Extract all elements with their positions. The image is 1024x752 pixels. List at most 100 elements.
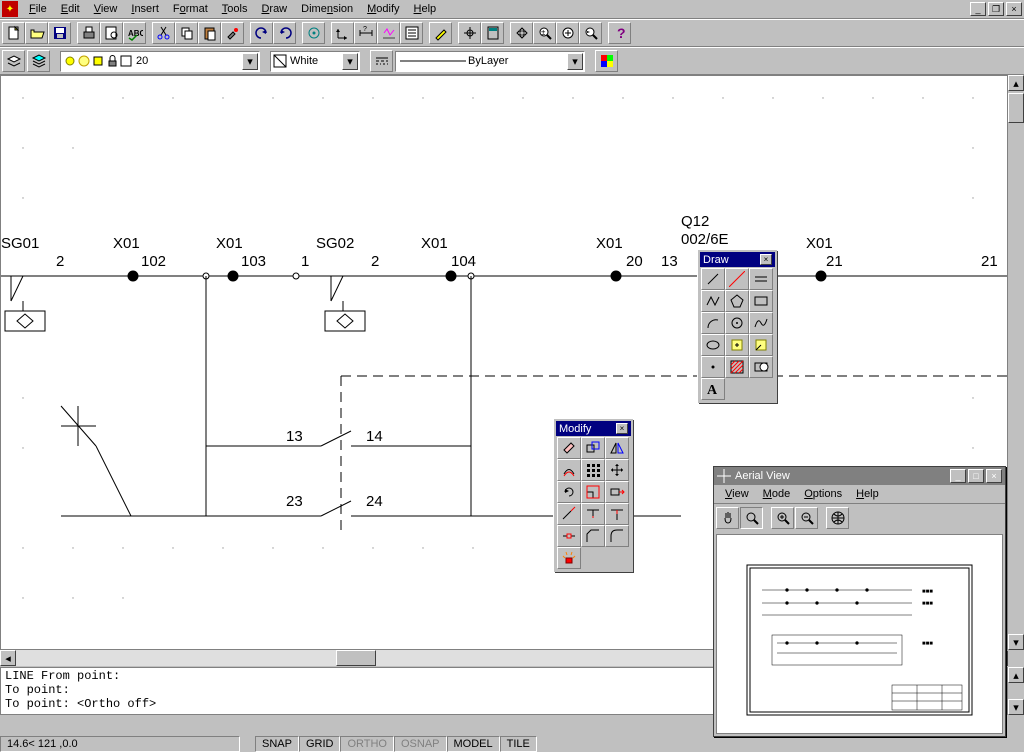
close-icon[interactable]: ×: [760, 254, 772, 265]
insert-block-tool[interactable]: [725, 334, 749, 356]
array-tool[interactable]: [581, 459, 605, 481]
cmd-scrollbar[interactable]: ▴ ▾: [1008, 667, 1024, 715]
mtext-tool[interactable]: A: [701, 378, 725, 400]
menu-modify[interactable]: Modify: [360, 1, 406, 17]
trim-tool[interactable]: [581, 503, 605, 525]
redraw-button[interactable]: [377, 22, 400, 44]
ortho-toggle[interactable]: ORTHO: [340, 736, 394, 752]
line-tool[interactable]: [701, 268, 725, 290]
menu-tools[interactable]: Tools: [215, 1, 255, 17]
aerial-zoomout-button[interactable]: [795, 507, 818, 529]
ucs-button[interactable]: [331, 22, 354, 44]
menu-file[interactable]: File: [22, 1, 54, 17]
modify-palette[interactable]: Modify ×: [554, 419, 633, 572]
make-layer-current-button[interactable]: [2, 50, 25, 72]
copy-button[interactable]: [175, 22, 198, 44]
tile-toggle[interactable]: TILE: [500, 736, 537, 752]
distance-button[interactable]: ?: [354, 22, 377, 44]
color-combo[interactable]: White ▾: [270, 51, 360, 72]
minimize-button[interactable]: _: [950, 469, 966, 483]
save-button[interactable]: [48, 22, 71, 44]
zoom-previous-button[interactable]: [579, 22, 602, 44]
scroll-thumb[interactable]: [1008, 93, 1024, 123]
hatch-tool[interactable]: [725, 356, 749, 378]
circle-tool[interactable]: [725, 312, 749, 334]
rotate-tool[interactable]: [557, 481, 581, 503]
pan-button[interactable]: [510, 22, 533, 44]
help-button[interactable]: ?: [608, 22, 631, 44]
scroll-left-button[interactable]: ◂: [0, 650, 16, 666]
dropdown-icon[interactable]: ▾: [567, 53, 583, 70]
fillet-tool[interactable]: [605, 525, 629, 547]
aerial-pan-button[interactable]: [716, 507, 739, 529]
osnap-from-button[interactable]: [302, 22, 325, 44]
aerial-menu-help[interactable]: Help: [849, 486, 886, 502]
scale-tool[interactable]: [581, 481, 605, 503]
make-block-tool[interactable]: [749, 334, 773, 356]
aerial-menu-mode[interactable]: Mode: [756, 486, 798, 502]
dropdown-icon[interactable]: ▾: [242, 53, 258, 70]
spline-tool[interactable]: [749, 312, 773, 334]
osnap-toggle[interactable]: OSNAP: [394, 736, 447, 752]
erase-tool[interactable]: [557, 437, 581, 459]
colors-button[interactable]: [595, 50, 618, 72]
paste-button[interactable]: [198, 22, 221, 44]
menu-format[interactable]: Format: [166, 1, 215, 17]
menu-edit[interactable]: Edit: [54, 1, 87, 17]
extend-tool[interactable]: [605, 503, 629, 525]
rectangle-tool[interactable]: [749, 290, 773, 312]
redo-button[interactable]: [273, 22, 296, 44]
maximize-button[interactable]: □: [968, 469, 984, 483]
linetype-button[interactable]: [370, 50, 393, 72]
pencil-button[interactable]: [429, 22, 452, 44]
aerial-menu-options[interactable]: Options: [797, 486, 849, 502]
restore-button[interactable]: ❐: [988, 2, 1004, 16]
construction-line-tool[interactable]: [725, 268, 749, 290]
scrollbar-vertical[interactable]: ▴ ▾: [1008, 75, 1024, 650]
region-tool[interactable]: [749, 356, 773, 378]
scroll-down-button[interactable]: ▾: [1008, 699, 1024, 715]
cut-button[interactable]: [152, 22, 175, 44]
move-tool[interactable]: [605, 459, 629, 481]
scroll-up-button[interactable]: ▴: [1008, 75, 1024, 91]
scroll-thumb[interactable]: [336, 650, 376, 666]
match-properties-button[interactable]: [221, 22, 244, 44]
ellipse-tool[interactable]: [701, 334, 725, 356]
spelling-button[interactable]: ABC: [123, 22, 146, 44]
polygon-tool[interactable]: [725, 290, 749, 312]
scroll-down-button[interactable]: ▾: [1008, 634, 1024, 650]
aerial-menu-view[interactable]: View: [718, 486, 756, 502]
point-tool[interactable]: [701, 356, 725, 378]
window-titlebar[interactable]: Aerial View _ □ ×: [714, 467, 1005, 485]
lengthen-tool[interactable]: [557, 503, 581, 525]
calculator-button[interactable]: [481, 22, 504, 44]
close-icon[interactable]: ×: [616, 423, 628, 434]
explode-tool[interactable]: [557, 547, 581, 569]
minimize-button[interactable]: _: [970, 2, 986, 16]
menu-dimension[interactable]: Dimension: [294, 1, 360, 17]
palette-titlebar[interactable]: Modify ×: [556, 421, 631, 436]
copy-tool[interactable]: [581, 437, 605, 459]
undo-button[interactable]: [250, 22, 273, 44]
close-button[interactable]: ×: [986, 469, 1002, 483]
scroll-up-button[interactable]: ▴: [1008, 667, 1024, 683]
linetype-combo[interactable]: ByLayer ▾: [395, 51, 585, 72]
layer-combo[interactable]: 20 ▾: [60, 51, 260, 72]
layers-button[interactable]: [27, 50, 50, 72]
grid-toggle[interactable]: GRID: [299, 736, 341, 752]
open-button[interactable]: [25, 22, 48, 44]
list-button[interactable]: [400, 22, 423, 44]
offset-tool[interactable]: [557, 459, 581, 481]
multiline-tool[interactable]: [749, 268, 773, 290]
zoom-realtime-button[interactable]: ±: [533, 22, 556, 44]
close-button[interactable]: ×: [1006, 2, 1022, 16]
print-button[interactable]: [77, 22, 100, 44]
menu-insert[interactable]: Insert: [124, 1, 166, 17]
aerial-zoom-button[interactable]: [740, 507, 763, 529]
menu-view[interactable]: View: [87, 1, 125, 17]
chamfer-tool[interactable]: [581, 525, 605, 547]
tracking-button[interactable]: [458, 22, 481, 44]
arc-tool[interactable]: [701, 312, 725, 334]
stretch-tool[interactable]: [605, 481, 629, 503]
menu-help[interactable]: Help: [407, 1, 444, 17]
